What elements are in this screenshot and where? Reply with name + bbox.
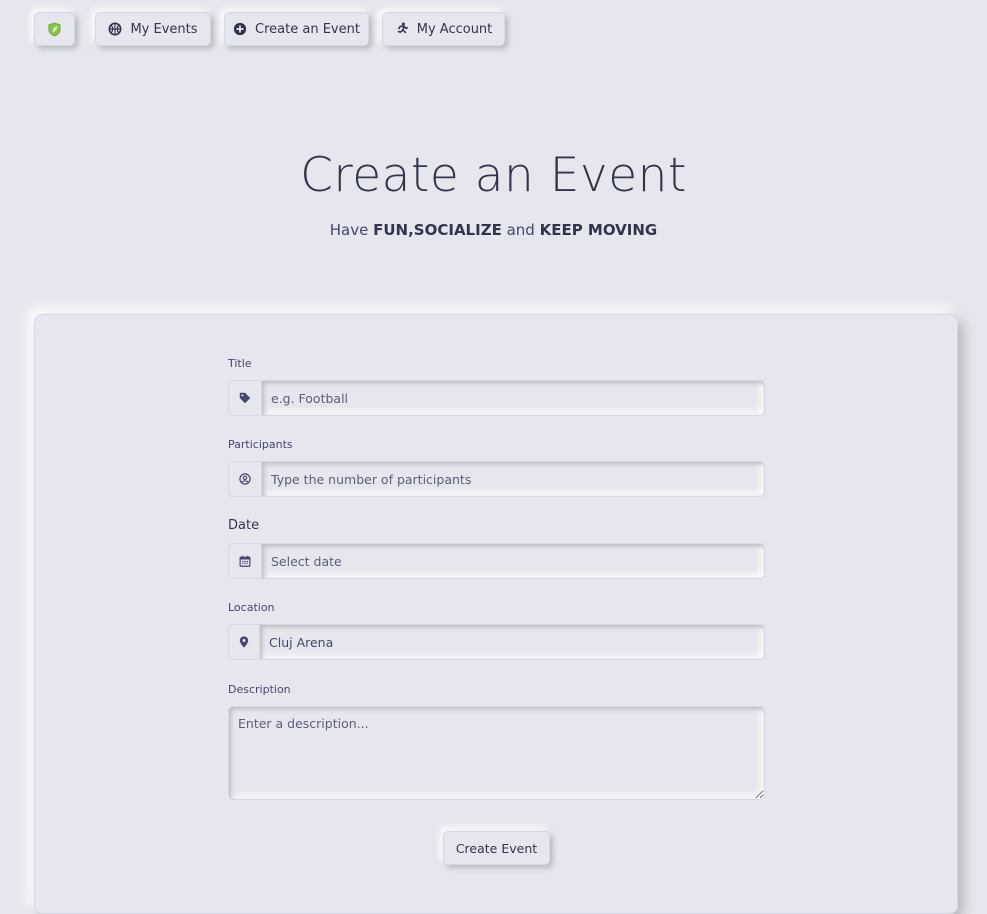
- date-label: Date: [228, 518, 260, 533]
- leaf-shield-icon: [48, 22, 61, 36]
- date-input-group: [228, 543, 765, 579]
- subtitle-keep-moving: KEEP MOVING: [539, 221, 658, 239]
- nav-create-event-label: Create an Event: [255, 21, 360, 37]
- date-input[interactable]: [261, 543, 765, 579]
- page-subtitle: Have FUN,SOCIALIZE and KEEP MOVING: [0, 221, 987, 239]
- running-icon: [397, 22, 408, 34]
- location-addon: [228, 624, 259, 660]
- date-addon: [228, 543, 261, 579]
- nav-my-events-label: My Events: [130, 21, 198, 37]
- location-input-group: [228, 624, 765, 660]
- tag-icon: [239, 392, 251, 404]
- calendar-icon: [239, 555, 251, 567]
- location-input[interactable]: [259, 624, 765, 660]
- logo-button[interactable]: [34, 12, 75, 46]
- participants-input-group: [228, 461, 765, 497]
- title-label: Title: [228, 357, 252, 370]
- subtitle-fun: FUN: [373, 221, 409, 239]
- user-circle-icon: [239, 473, 251, 485]
- location-label: Location: [228, 601, 275, 614]
- nav-my-account-label: My Account: [416, 21, 493, 37]
- nav-my-events[interactable]: My Events: [95, 12, 211, 46]
- subtitle-have: Have: [329, 221, 374, 239]
- basketball-icon: [108, 22, 122, 36]
- description-label: Description: [228, 683, 291, 696]
- title-input-group: [228, 380, 765, 416]
- participants-input[interactable]: [261, 461, 765, 497]
- subtitle-and: and: [501, 221, 540, 239]
- title-addon: [228, 380, 261, 416]
- nav-create-event[interactable]: Create an Event: [224, 12, 369, 46]
- map-pin-icon: [239, 636, 249, 648]
- participants-addon: [228, 461, 261, 497]
- create-event-button[interactable]: Create Event: [443, 831, 550, 865]
- participants-label: Participants: [228, 438, 293, 451]
- page-title: Create an Event: [300, 148, 687, 203]
- subtitle-socialize: SOCIALIZE: [413, 221, 502, 239]
- title-input[interactable]: [261, 380, 765, 416]
- plus-circle-icon: [233, 22, 247, 36]
- description-textarea[interactable]: [228, 706, 765, 800]
- nav-my-account[interactable]: My Account: [382, 12, 505, 46]
